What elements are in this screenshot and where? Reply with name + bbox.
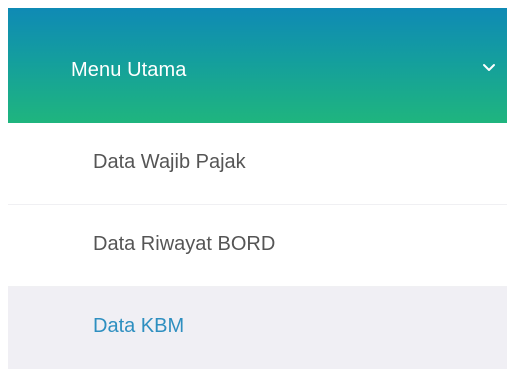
submenu-item-label: Data Wajib Pajak	[93, 151, 246, 173]
submenu-item-label: Data Riwayat BORD	[93, 233, 276, 255]
submenu-item-label: Data KBM	[93, 315, 185, 337]
menu-utama-toggle[interactable]: Menu Utama	[8, 8, 507, 123]
chevron-down-icon	[483, 64, 495, 71]
submenu: Data Wajib Pajak Data Riwayat BORD Data …	[8, 123, 507, 369]
submenu-item-data-riwayat-bord[interactable]: Data Riwayat BORD	[8, 205, 507, 287]
submenu-item-data-wajib-pajak[interactable]: Data Wajib Pajak	[8, 123, 507, 205]
sidebar: Menu Utama Data Wajib Pajak Data Riwayat…	[0, 0, 507, 370]
submenu-item-data-kbm[interactable]: Data KBM	[8, 287, 507, 369]
menu-header-label: Menu Utama	[71, 59, 187, 81]
